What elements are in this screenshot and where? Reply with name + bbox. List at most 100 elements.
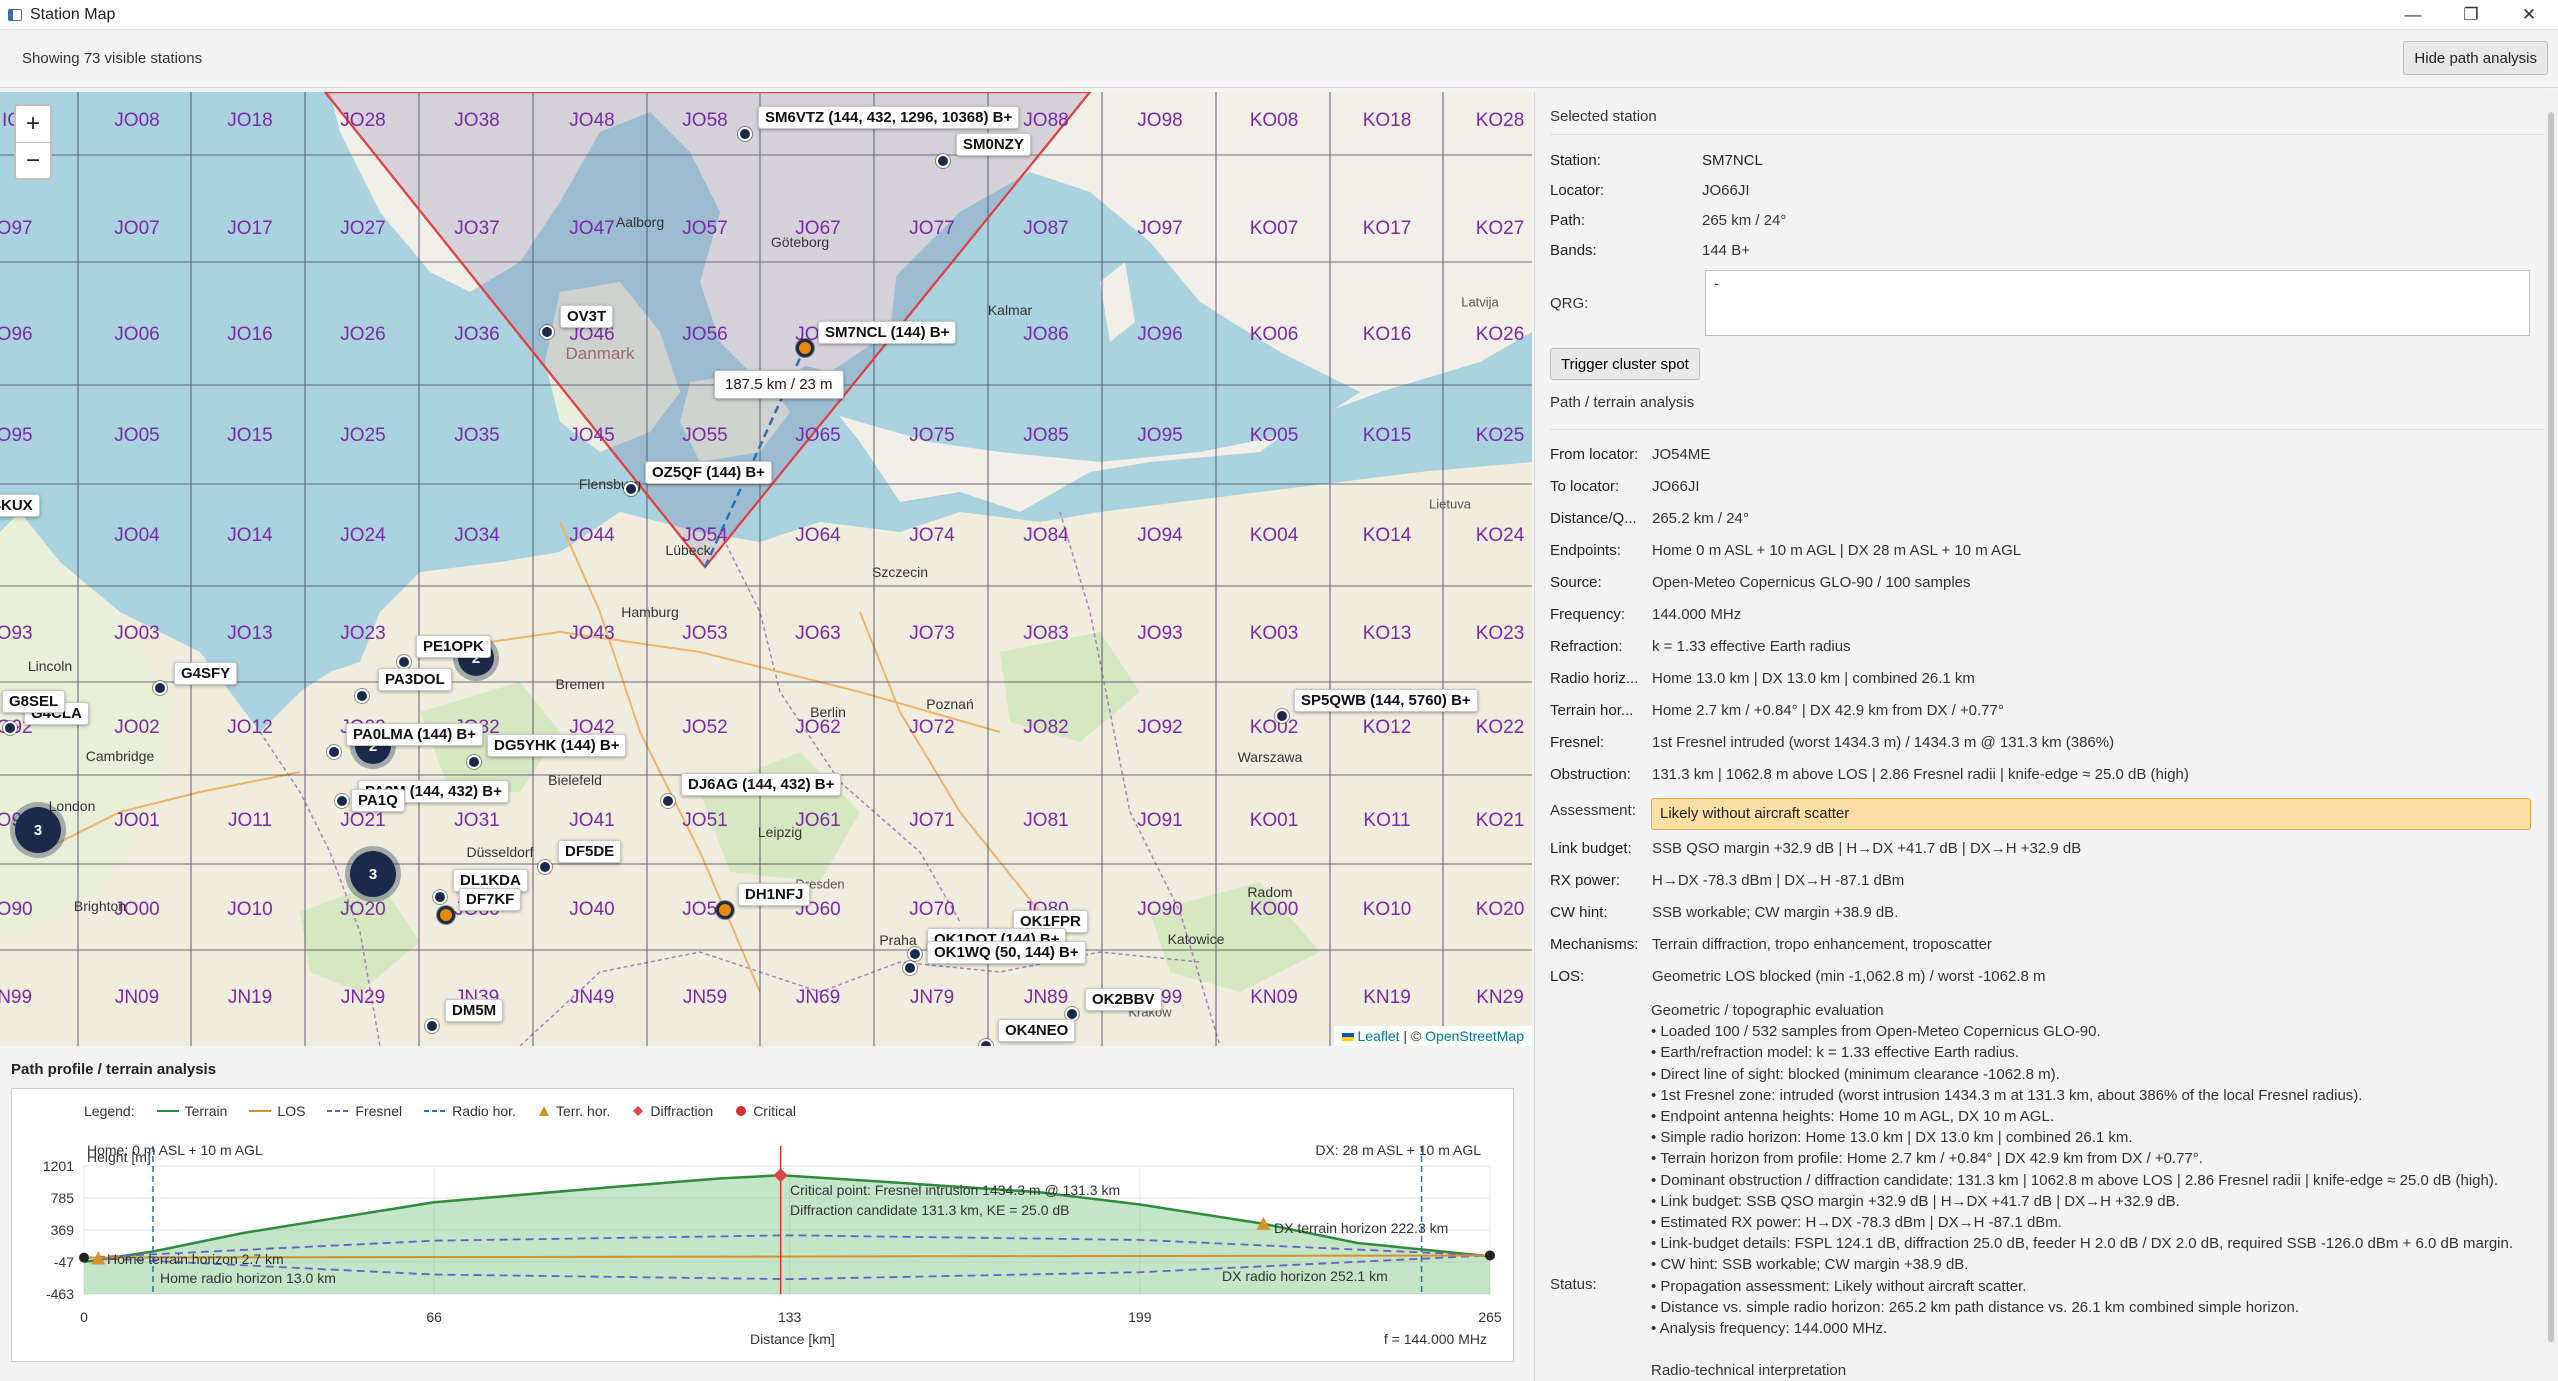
station-label[interactable]: PA1Q [351, 789, 405, 812]
locator-label: KO22 [1475, 717, 1525, 738]
station-label[interactable]: PA3DOL [378, 668, 452, 691]
station-marker[interactable] [936, 154, 950, 168]
station-label[interactable]: OK4NEO [998, 1019, 1076, 1042]
station-cluster[interactable]: 3 [15, 807, 61, 853]
locator-label: KO17 [1362, 218, 1412, 239]
station-marker[interactable] [335, 794, 349, 808]
station-marker[interactable] [1275, 709, 1289, 723]
station-label[interactable]: SM7NCL (144) B+ [818, 321, 957, 344]
station-cluster[interactable]: 3 [350, 851, 396, 897]
station-marker[interactable] [355, 689, 369, 703]
station-marker[interactable] [716, 901, 734, 919]
locator-label: JO48 [569, 110, 615, 131]
window-controls: — ❐ ✕ [2384, 0, 2558, 30]
station-label[interactable]: G4KUX [0, 494, 40, 517]
leaflet-link[interactable]: Leaflet [1357, 1028, 1399, 1044]
station-marker[interactable] [433, 890, 447, 904]
station-marker[interactable] [624, 482, 638, 496]
station-label[interactable]: DJ6AG (144, 432) B+ [681, 773, 842, 796]
window-title: Station Map [30, 5, 116, 23]
maximize-icon[interactable]: ❐ [2442, 0, 2500, 30]
analysis-key: RX power: [1550, 872, 1621, 889]
panel-scrollbar[interactable] [2544, 92, 2558, 1381]
critical-annotation: Critical point: Fresnel intrusion 1434.3… [790, 1182, 1121, 1198]
dx-radio-horizon-annotation: DX radio horizon 252.1 km [1222, 1268, 1388, 1284]
analysis-row: Frequency: 144.000 MHz [1550, 606, 1741, 623]
locator-label: JO35 [454, 425, 500, 446]
hide-path-analysis-button[interactable]: Hide path analysis [2403, 41, 2548, 75]
station-label[interactable]: OK1WQ (50, 144) B+ [927, 941, 1086, 964]
assessment-label: Assessment: [1550, 802, 1636, 819]
station-marker[interactable] [153, 681, 167, 695]
station-marker-selected[interactable] [796, 339, 814, 357]
station-label[interactable]: OK2BBV [1085, 988, 1162, 1011]
locator-label: JN79 [909, 987, 955, 1008]
station-label[interactable]: SM0NZY [956, 133, 1031, 156]
locator-label: JO07 [114, 218, 160, 239]
station-label[interactable]: G4SFY [174, 662, 238, 685]
station-marker[interactable] [397, 655, 411, 669]
y-tick-label: -463 [46, 1286, 74, 1302]
locator-label: KO13 [1362, 623, 1412, 644]
station-marker[interactable] [540, 325, 554, 339]
station-label[interactable]: OZ5QF (144) B+ [645, 461, 772, 484]
evaluation-line: • Propagation assessment: Likely without… [1651, 1277, 2027, 1295]
station-label[interactable]: PE1OPK [416, 635, 491, 658]
profile-dx-note: DX: 28 m ASL + 10 m AGL [1315, 1142, 1481, 1158]
zoom-in-button[interactable]: + [16, 106, 50, 142]
station-marker[interactable] [3, 721, 17, 735]
station-label[interactable]: G8SEL [2, 690, 66, 713]
station-label[interactable]: PA0LMA (144) B+ [346, 723, 483, 746]
station-marker[interactable] [979, 1039, 993, 1046]
close-icon[interactable]: ✕ [2500, 0, 2558, 30]
scrollbar-thumb[interactable] [2548, 112, 2554, 1342]
evaluation-line: • 1st Fresnel zone: intruded (worst intr… [1651, 1086, 2363, 1104]
station-marker[interactable] [467, 755, 481, 769]
station-marker[interactable] [738, 127, 752, 141]
openstreetmap-link[interactable]: OpenStreetMap [1425, 1028, 1524, 1044]
analysis-value: H→DX -78.3 dBm | DX→H -87.1 dBm [1652, 872, 1905, 889]
locator-label: JO84 [1023, 525, 1069, 546]
locator-label: JO92 [1137, 717, 1183, 738]
x-tick-label: 199 [1128, 1309, 1152, 1325]
station-label[interactable]: DM5M [445, 999, 504, 1022]
station-map[interactable]: IOJO08JO18JO28JO38JO48JO58JO68JO78JO88JO… [0, 92, 1532, 1046]
place-label: Lincoln [27, 658, 73, 674]
trigger-cluster-spot-button[interactable]: Trigger cluster spot [1550, 348, 1700, 380]
locator-label: KO20 [1475, 899, 1525, 920]
analysis-key: Obstruction: [1550, 766, 1631, 783]
place-label: Lübeck [665, 542, 711, 558]
station-marker[interactable] [661, 794, 675, 808]
analysis-row: Fresnel: 1st Fresnel intruded (worst 1434… [1550, 734, 2114, 751]
station-label[interactable]: DF5DE [558, 840, 622, 863]
analysis-key: Refraction: [1550, 638, 1623, 655]
station-label[interactable]: DG5YHK (144) B+ [487, 734, 627, 757]
qrg-field[interactable]: - [1705, 270, 2530, 336]
station-label[interactable]: SM6VTZ (144, 432, 1296, 10368) B+ [758, 106, 1020, 129]
locator-label: JO25 [340, 425, 386, 446]
locator-label: JO96 [1137, 324, 1183, 345]
station-marker[interactable] [538, 860, 552, 874]
station-label[interactable]: DH1NFJ [738, 883, 811, 906]
station-label[interactable]: OV3T [560, 305, 614, 328]
station-label[interactable]: SP5QWB (144, 5760) B+ [1294, 689, 1478, 712]
station-label[interactable]: DF7KF [459, 888, 522, 911]
evaluation-line: • Analysis frequency: 144.000 MHz. [1651, 1320, 1888, 1338]
locator-label: JO74 [909, 525, 955, 546]
home-radio-horizon-annotation: Home radio horizon 13.0 km [160, 1270, 336, 1286]
analysis-row: Mechanisms: Terrain diffraction, tropo en… [1550, 936, 1992, 953]
station-marker[interactable] [903, 961, 917, 975]
station-marker[interactable] [437, 906, 455, 924]
path-tooltip: 187.5 km / 23 m [714, 370, 844, 399]
station-marker[interactable] [425, 1019, 439, 1033]
analysis-row: Obstruction: 131.3 km | 1062.8 m above LO… [1550, 766, 2189, 783]
analysis-value: SSB workable; CW margin +38.9 dB. [1652, 904, 1899, 921]
bands-value: 144 B+ [1702, 242, 1750, 259]
zoom-out-button[interactable]: − [16, 142, 50, 178]
station-marker[interactable] [327, 745, 341, 759]
evaluation-line: Geometric / topographic evaluation [1651, 1002, 1884, 1019]
locator-label: JO64 [795, 525, 841, 546]
station-marker[interactable] [908, 947, 922, 961]
minimize-icon[interactable]: — [2384, 0, 2442, 30]
dx-terrain-horizon-annotation: DX terrain horizon 222.3 km [1274, 1220, 1449, 1236]
